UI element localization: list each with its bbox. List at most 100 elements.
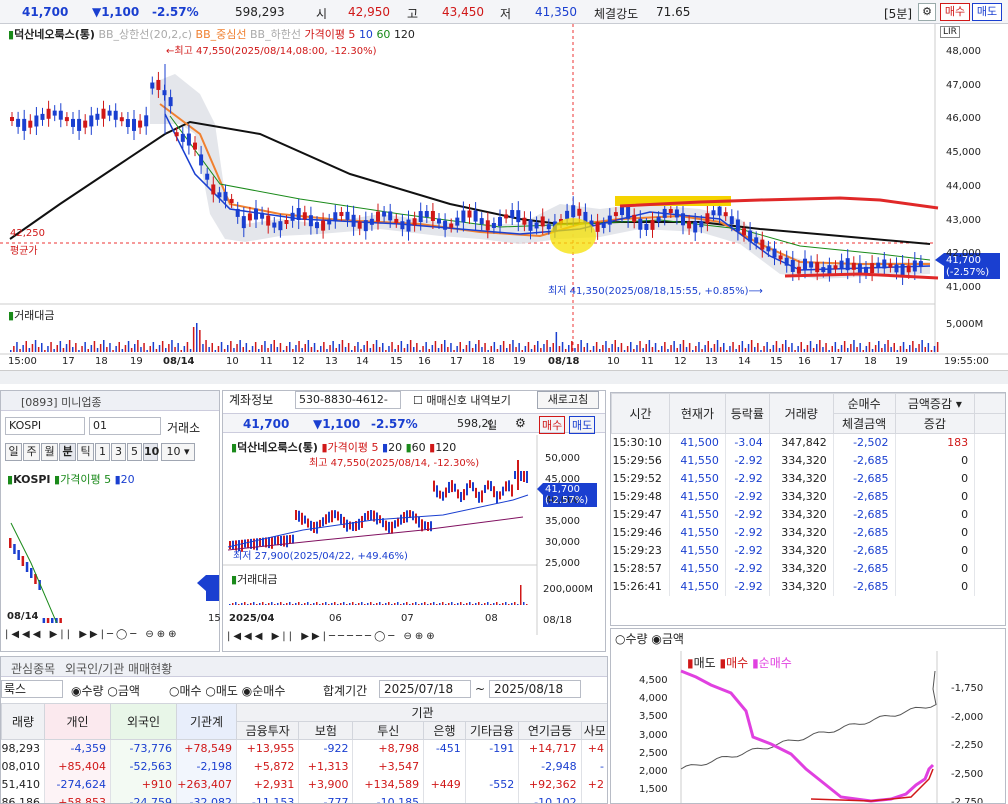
tab-watchlist[interactable]: 관심종목 xyxy=(11,660,55,677)
daily-gear-icon[interactable]: ⚙ xyxy=(515,416,526,430)
date-to-input[interactable]: 2025/08/18 xyxy=(489,680,581,698)
chart-settings-icon[interactable]: LIR xyxy=(940,26,960,38)
table-row[interactable]: 15:29:56 41,550 -2.92 334,320 -2,685 0 xyxy=(611,451,1005,470)
mini-scroll-controls[interactable]: |◀◀◀ ▶|| ▶▶|─◯─ ⊖⊕⊕ xyxy=(5,629,180,640)
table-row[interactable]: 15:29:23 41,550 -2.92 334,320 -2,685 0 xyxy=(611,541,1005,560)
candle-body xyxy=(742,228,746,236)
table-row[interactable]: 15:26:41 41,550 -2.92 334,320 -2,685 0 xyxy=(611,577,1005,596)
daily-candle xyxy=(238,540,240,552)
volume-bar xyxy=(44,350,46,352)
daily-buy-button[interactable]: 매수 xyxy=(539,416,566,434)
table-cell: -2.92 xyxy=(725,469,770,488)
table-row[interactable]: 08,010 +85,404 -52,563 -2,198 +5,872 +1,313 +3… xyxy=(1,757,607,776)
volume-bar xyxy=(707,341,709,352)
interval-label[interactable]: [5분] xyxy=(884,5,912,22)
daily-volume-bar xyxy=(424,602,426,605)
sell-button[interactable]: 매도 xyxy=(972,3,1002,21)
volume-bar xyxy=(270,344,272,352)
candle-body xyxy=(64,117,69,122)
candle-body xyxy=(723,212,728,217)
daily-chart-canvas[interactable] xyxy=(223,435,605,635)
volume-bar xyxy=(230,341,232,352)
daily-sell-button[interactable]: 매도 xyxy=(569,416,596,434)
date-from-input[interactable]: 2025/07/18 xyxy=(379,680,471,698)
daily-candle xyxy=(391,521,393,534)
candle-body xyxy=(638,218,643,230)
x-tick: 13 xyxy=(705,356,718,367)
volume-bar xyxy=(484,343,486,352)
x-tick: 18 xyxy=(864,356,877,367)
table-row[interactable]: 15:28:57 41,550 -2.92 334,320 -2,685 0 xyxy=(611,559,1005,578)
volume-bar xyxy=(211,343,213,352)
volume-bar xyxy=(716,340,719,352)
qty-amount-radio[interactable]: ◉수량 ○금액 xyxy=(71,682,140,699)
daily-volume-bar xyxy=(370,602,372,605)
daily-chart-panel: 계좌정보 530-8830-4612- ☐ 매매신호 내역보기 새로고침 41,… xyxy=(222,390,606,652)
market-select[interactable]: KOSPI xyxy=(5,417,85,435)
mini-chart-canvas[interactable] xyxy=(1,483,219,623)
period-button[interactable]: 틱 xyxy=(77,443,94,461)
daily-candle xyxy=(253,538,255,550)
x-tick: 11 xyxy=(260,356,273,367)
table-row[interactable]: 15:30:10 41,500 -3.04 347,842 -2,502 183 xyxy=(611,433,1005,452)
daily-volume-bar xyxy=(364,604,366,605)
volume-bar xyxy=(825,343,827,352)
volume-bar xyxy=(856,347,858,352)
period-button[interactable]: 3 xyxy=(111,443,126,461)
volume-bar xyxy=(602,345,604,352)
daily-candle xyxy=(451,480,453,493)
stock-code-input[interactable]: 룩스 xyxy=(1,680,63,698)
volume-bar xyxy=(605,341,607,352)
period-button[interactable]: 10 xyxy=(143,443,159,461)
volume-bar xyxy=(326,349,328,352)
candle-body xyxy=(34,115,39,127)
net-buy-select[interactable]: 금액증감 ▾ xyxy=(894,393,976,414)
daily-period: 일 xyxy=(487,419,498,432)
tick-table: 시간 현재가 등락률 거래량 순매수 금액증감 ▾ 체결금액 증감 15:30:… xyxy=(611,393,1005,596)
table-cell: -11,153 xyxy=(236,793,300,803)
volume-bar xyxy=(809,341,812,352)
daily-volume-bar xyxy=(463,604,465,605)
gear-icon[interactable]: ⚙ xyxy=(918,3,936,21)
table-cell: +3,547 xyxy=(352,757,425,776)
table-cell: +910 xyxy=(110,775,177,794)
daily-candle xyxy=(523,471,525,482)
refresh-button[interactable]: 새로고침 xyxy=(537,391,599,409)
account-select[interactable]: 530-8830-4612- xyxy=(295,391,401,409)
period-button[interactable]: 일 xyxy=(5,443,22,461)
table-row[interactable]: 15:29:48 41,550 -2.92 334,320 -2,685 0 xyxy=(611,487,1005,506)
period-button[interactable]: 주 xyxy=(23,443,40,461)
daily-volume-bar xyxy=(379,602,381,605)
x-tick: 18 xyxy=(95,356,108,367)
volume-bar xyxy=(868,342,871,352)
table-row[interactable]: 15:29:52 41,550 -2.92 334,320 -2,685 0 xyxy=(611,469,1005,488)
chart-scrollbar[interactable] xyxy=(0,370,1008,384)
signal-checkbox[interactable]: ☐ 매매신호 내역보기 xyxy=(413,392,511,408)
cumulative-chart-canvas[interactable] xyxy=(611,629,1006,804)
period-button[interactable]: 1 xyxy=(95,443,110,461)
period-value-select[interactable]: 10 ▾ xyxy=(161,443,195,461)
quote-bar: 41,700 ▼1,100 -2.57% 598,293 시 42,950 고 … xyxy=(0,0,1008,24)
buy-button[interactable]: 매수 xyxy=(940,3,970,21)
code-input[interactable]: 01 xyxy=(89,417,161,435)
daily-volume-bar xyxy=(253,602,255,605)
volume-bar xyxy=(623,350,626,352)
volume-bar xyxy=(183,346,186,352)
table-row[interactable]: 86,186 +58,853 -24,759 -32,082 -11,153 -777 -1… xyxy=(1,793,607,803)
daily-volume-bar xyxy=(337,604,339,605)
daily-scroll-controls[interactable]: |◀◀◀ ▶|| ▶▶|─────◯─ ⊖⊕⊕ xyxy=(227,631,438,642)
table-row[interactable]: 51,410 -274,624 +910 +263,407 +2,931 +3,900 +1… xyxy=(1,775,607,794)
volume-bar xyxy=(174,347,176,352)
period-button[interactable]: 5 xyxy=(127,443,142,461)
main-chart[interactable]: ▮덕산네오룩스(통) BB_상한선(20,2,c) BB_중심선 BB_하한선 … xyxy=(0,24,1008,386)
side-radio[interactable]: ○매수 ○매도 ◉순매수 xyxy=(169,682,285,699)
volume-bar xyxy=(416,343,418,352)
table-row[interactable]: 98,293 -4,359 -73,776 +78,549 +13,955 -922 +8,… xyxy=(1,739,607,758)
table-row[interactable]: 15:29:47 41,550 -2.92 334,320 -2,685 0 xyxy=(611,505,1005,524)
period-button[interactable]: 분 xyxy=(59,443,76,461)
table-row[interactable]: 15:29:46 41,550 -2.92 334,320 -2,685 0 xyxy=(611,523,1005,542)
volume-bar xyxy=(831,346,833,352)
tab-investor-flow[interactable]: 외국인/기관 매매현황 xyxy=(65,660,172,677)
period-button[interactable]: 월 xyxy=(41,443,58,461)
main-chart-canvas[interactable] xyxy=(0,24,1008,386)
